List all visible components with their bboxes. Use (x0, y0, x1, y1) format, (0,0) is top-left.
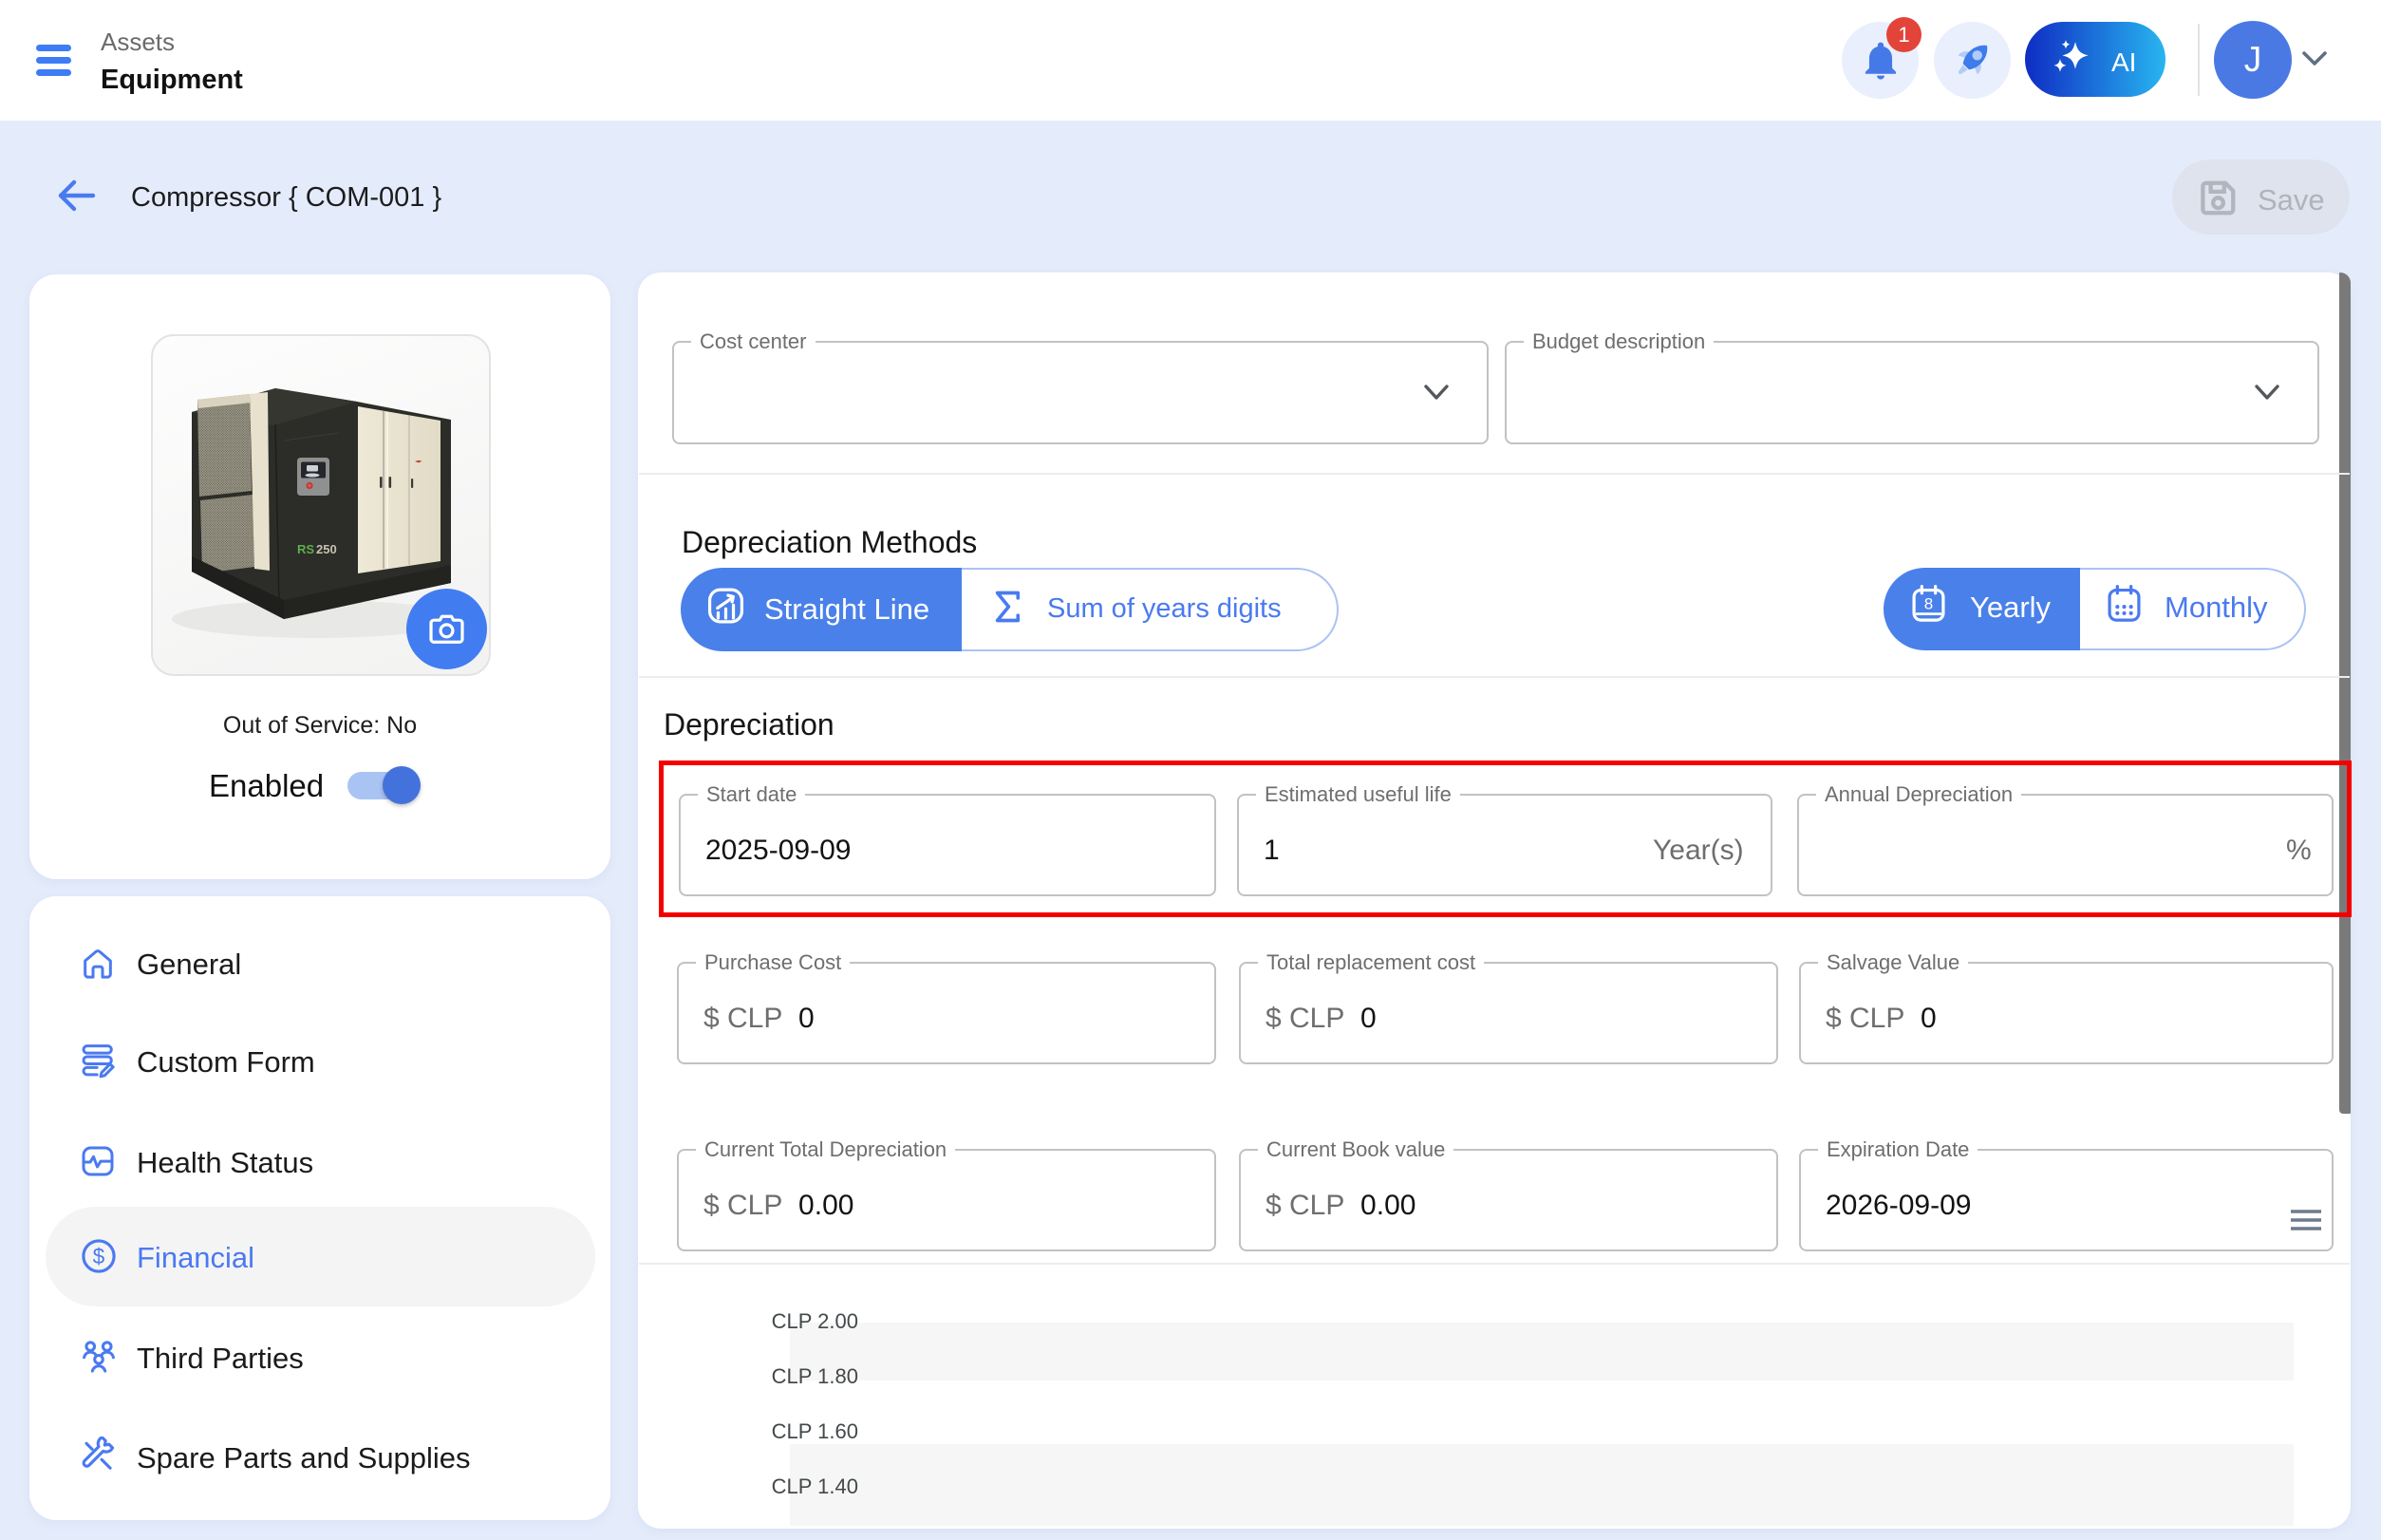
svg-text:250: 250 (316, 542, 337, 556)
svg-text:$: $ (93, 1244, 105, 1268)
svg-text:RS: RS (297, 542, 314, 556)
svg-text:8: 8 (1924, 594, 1933, 612)
